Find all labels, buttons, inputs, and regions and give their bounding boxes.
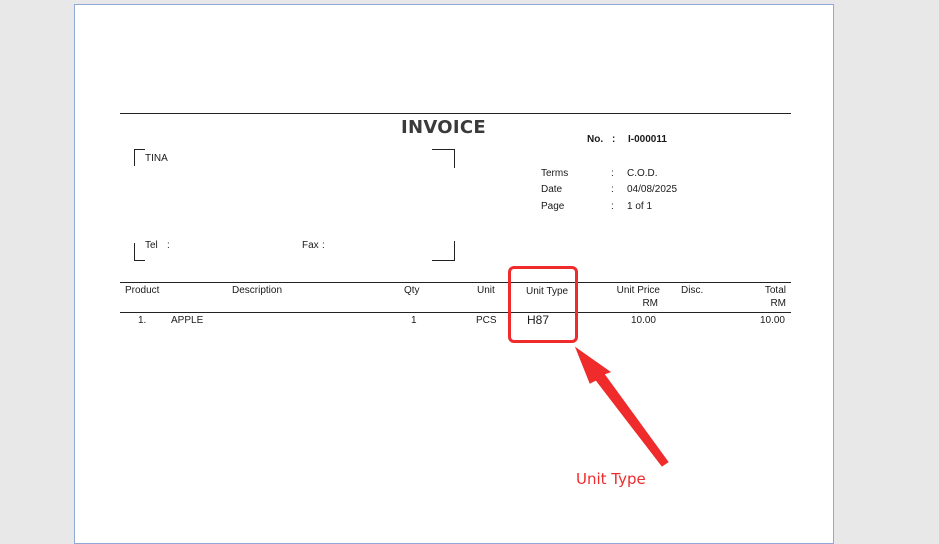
annotation-label: Unit Type [576,470,646,488]
annotation-arrow [574,346,669,467]
arrow-shape [574,346,669,467]
